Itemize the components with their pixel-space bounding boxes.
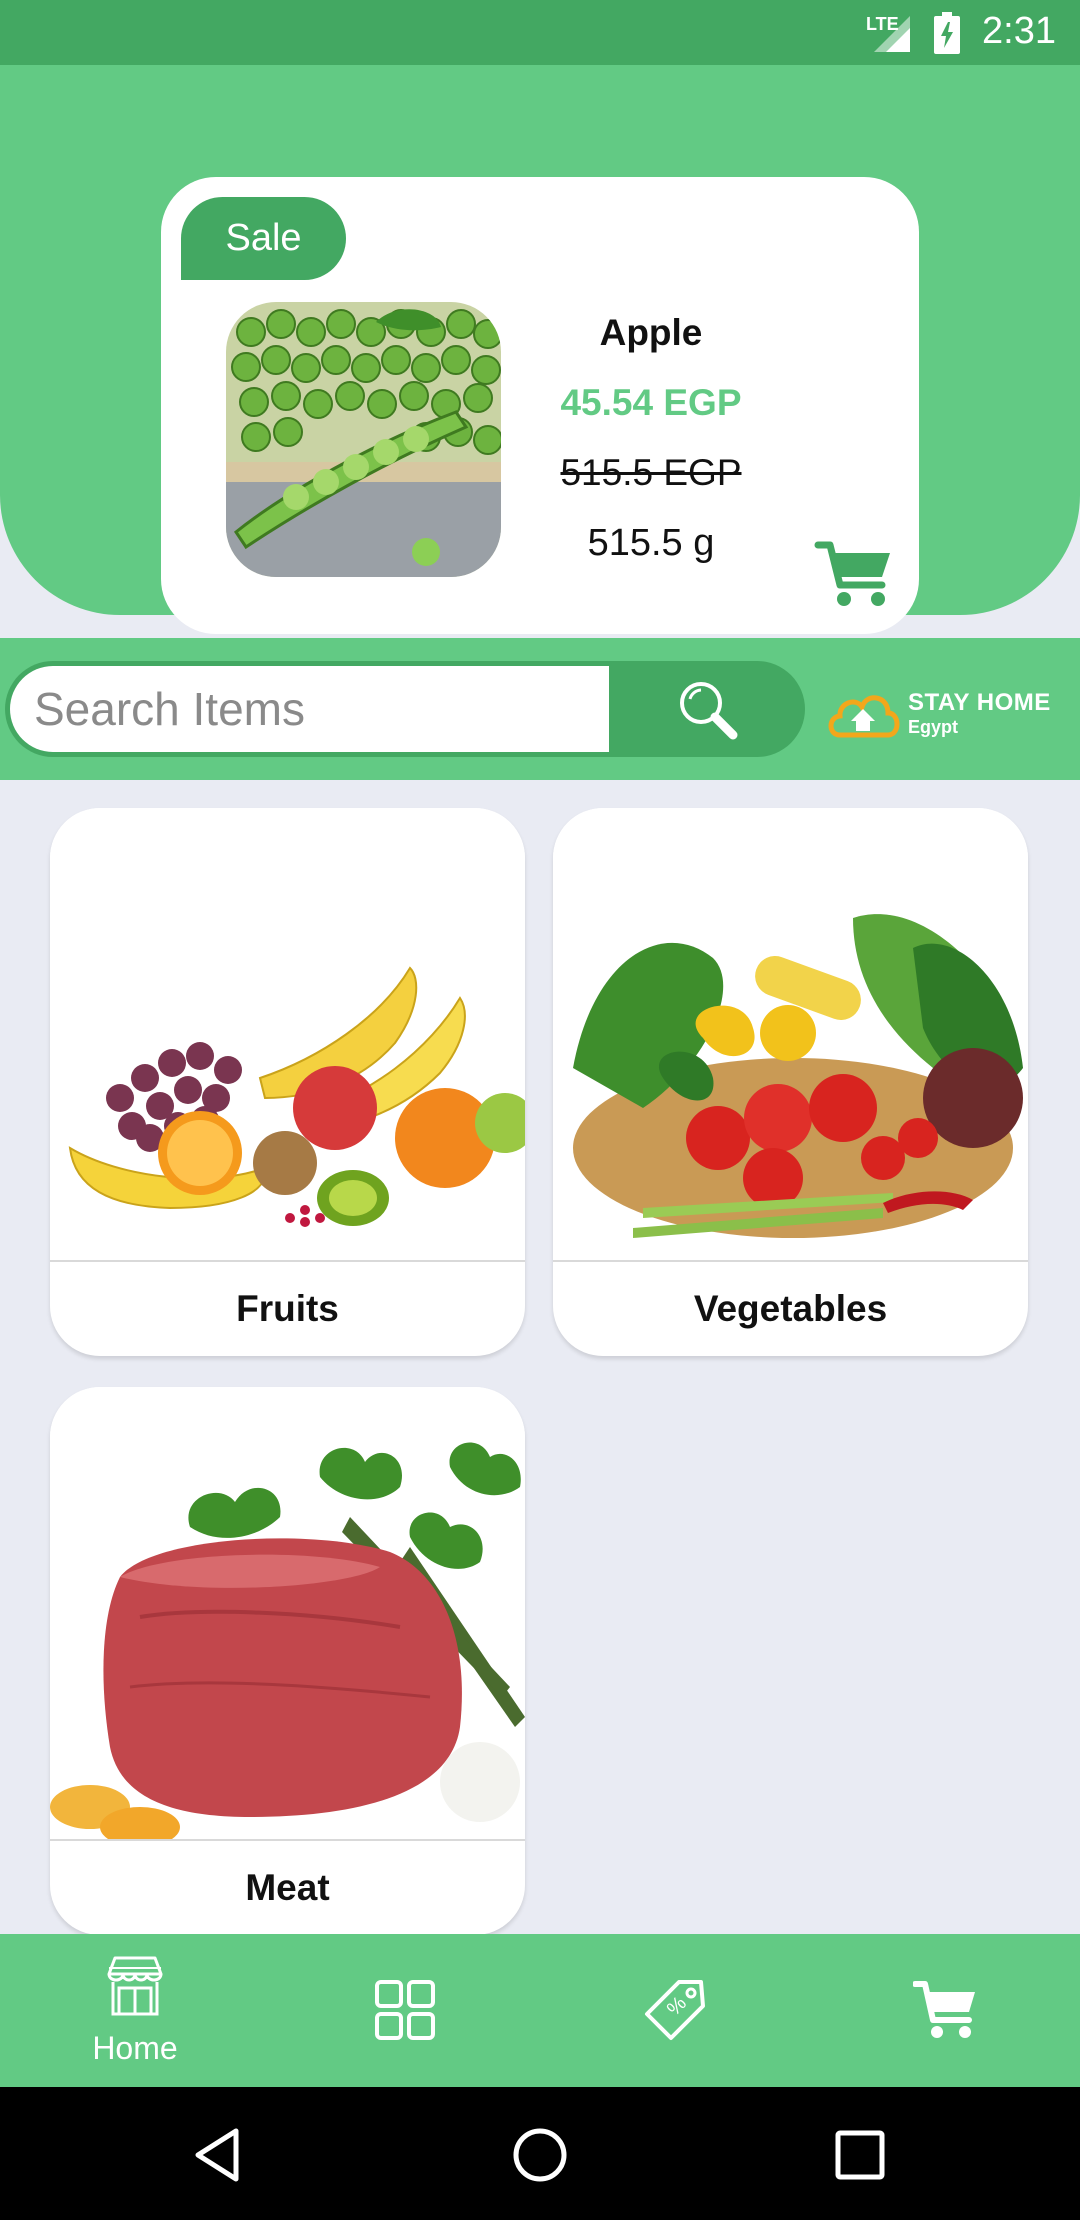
signal-icon (874, 16, 910, 52)
home-circle-icon[interactable] (510, 2125, 570, 2185)
store-icon (107, 1956, 163, 2016)
search-input[interactable] (10, 666, 609, 752)
brand-line1: STAY HOME (908, 689, 1051, 716)
add-to-cart-icon[interactable] (814, 537, 894, 612)
product-weight: 515.5 g (587, 522, 715, 564)
category-card-fruits[interactable]: Fruits (50, 808, 525, 1356)
meat-image (50, 1387, 525, 1839)
search-icon (680, 682, 738, 740)
vegetables-image (553, 808, 1028, 1260)
product-image (226, 302, 501, 577)
sale-price: 45.54 EGP (560, 382, 742, 423)
category-card-meat[interactable]: Meat (50, 1387, 525, 1935)
category-card-vegetables[interactable]: Vegetables (553, 808, 1028, 1356)
brand-line2: Egypt (908, 717, 959, 737)
search-box (5, 661, 805, 757)
product-name: Apple (599, 312, 703, 353)
nav-home-label: Home (92, 2030, 178, 2066)
sale-banner: Sale Apple 45.54 EGP 515.5 EGP 515.5 g (0, 65, 1080, 664)
fruits-image (50, 808, 525, 1260)
recents-icon[interactable] (830, 2125, 890, 2185)
bottom-navigation: Home % (0, 1934, 1080, 2087)
system-navigation-bar (0, 2087, 1080, 2220)
cloud-house-icon (828, 695, 900, 738)
clock: 2:31 (982, 10, 1056, 52)
search-button[interactable] (609, 661, 805, 757)
grid-icon (375, 1980, 435, 2040)
search-bar: STAY HOME Egypt (0, 638, 1080, 780)
category-label: Vegetables (693, 1288, 888, 1329)
nav-offers[interactable]: % (540, 1934, 810, 2087)
cart-icon (913, 1981, 975, 2038)
nav-home[interactable]: Home (0, 1934, 270, 2087)
sale-badge: Sale (181, 197, 346, 280)
original-price: 515.5 EGP (560, 452, 742, 493)
back-icon[interactable] (190, 2125, 250, 2185)
battery-charging-icon (934, 12, 960, 54)
nav-categories[interactable] (270, 1934, 540, 2087)
category-label: Fruits (236, 1288, 339, 1329)
status-bar: LTE 2:31 (0, 0, 1080, 65)
stay-home-logo: STAY HOME Egypt (826, 683, 1066, 743)
nav-cart[interactable] (810, 1934, 1080, 2087)
category-label: Meat (245, 1867, 330, 1908)
tag-icon: % (645, 1980, 705, 2040)
sale-card[interactable]: Sale Apple 45.54 EGP 515.5 EGP 515.5 g (161, 177, 919, 634)
